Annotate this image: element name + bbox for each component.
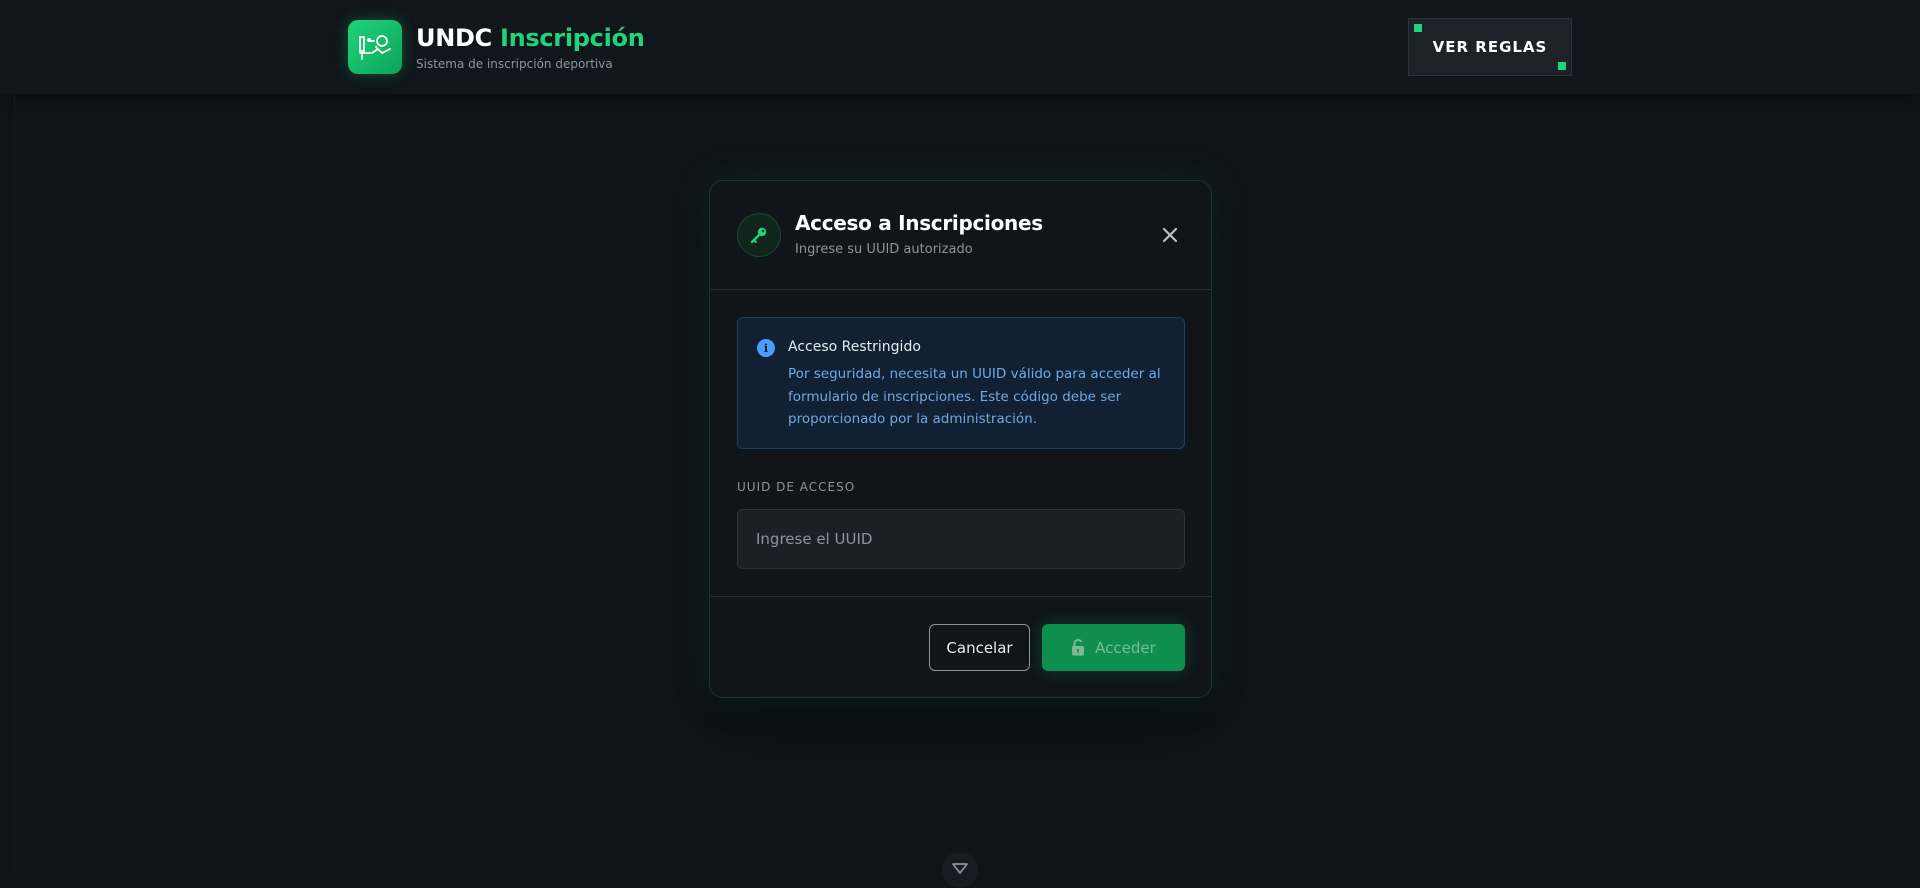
key-icon (737, 213, 781, 257)
uuid-field-label: UUID DE ACCESO (737, 480, 856, 494)
brand-title: UNDC Inscripción (416, 23, 645, 53)
access-label: Acceder (1095, 638, 1156, 657)
brand-highlight: Inscripción (499, 24, 645, 52)
brand-name: UNDC (416, 24, 492, 52)
view-rules-button[interactable]: VER REGLAS (1408, 18, 1572, 76)
sports-logo-icon (348, 20, 402, 74)
modal-header: Acceso a Inscripciones Ingrese su UUID a… (710, 181, 1211, 290)
modal-title: Acceso a Inscripciones (795, 211, 1043, 235)
info-icon: i (757, 339, 775, 357)
page-edge-divider (14, 94, 15, 877)
view-rules-label: VER REGLAS (1432, 38, 1548, 56)
cancel-label: Cancelar (946, 638, 1013, 657)
access-modal: Acceso a Inscripciones Ingrese su UUID a… (709, 180, 1212, 698)
notice-text: Por seguridad, necesita un UUID válido p… (788, 366, 1161, 427)
cancel-button[interactable]: Cancelar (929, 624, 1030, 671)
modal-footer: Cancelar Acceder (710, 596, 1211, 699)
close-icon[interactable] (1156, 221, 1184, 249)
notice-title: Acceso Restringido (788, 339, 921, 355)
access-button[interactable]: Acceder (1042, 624, 1185, 671)
chevron-down-icon[interactable] (942, 852, 978, 888)
brand[interactable]: UNDC Inscripción Sistema de inscripción … (348, 20, 645, 74)
corner-accent (1558, 62, 1566, 70)
lock-icon (1071, 639, 1085, 656)
brand-subtitle: Sistema de inscripción deportiva (416, 57, 613, 71)
restricted-access-notice: i Acceso Restringido Por seguridad, nece… (737, 317, 1185, 449)
modal-subtitle: Ingrese su UUID autorizado (795, 242, 973, 257)
uuid-input[interactable] (737, 509, 1185, 569)
corner-accent (1414, 24, 1422, 32)
top-navigation-bar: UNDC Inscripción Sistema de inscripción … (0, 0, 1920, 94)
